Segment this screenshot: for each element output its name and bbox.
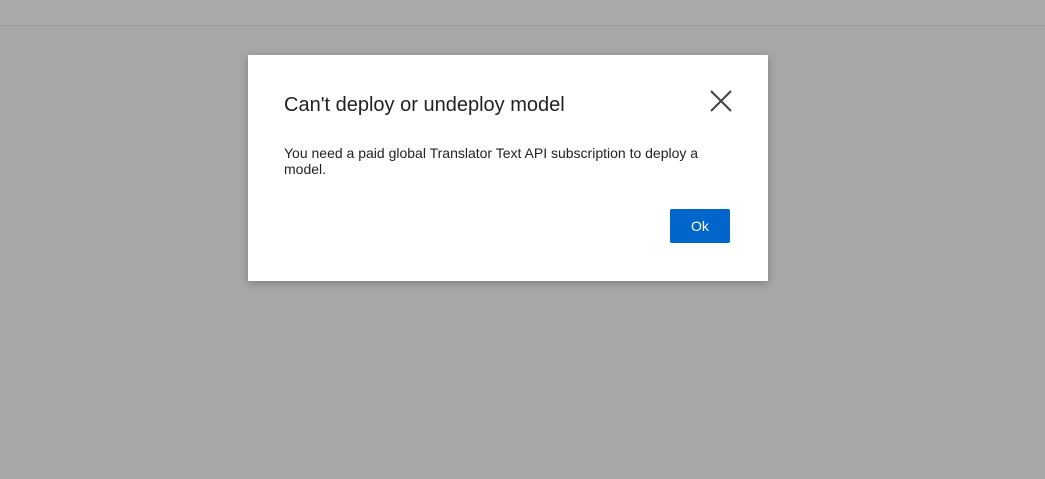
dialog-message: You need a paid global Translator Text A… bbox=[284, 145, 699, 177]
background-header bbox=[0, 0, 1045, 26]
ok-button[interactable]: Ok bbox=[670, 209, 730, 243]
error-dialog: Can't deploy or undeploy model You need … bbox=[248, 55, 768, 281]
dialog-title: Can't deploy or undeploy model bbox=[284, 94, 565, 116]
close-button[interactable] bbox=[706, 86, 736, 116]
close-icon bbox=[710, 90, 732, 112]
page-overlay: Can't deploy or undeploy model You need … bbox=[0, 0, 1045, 479]
